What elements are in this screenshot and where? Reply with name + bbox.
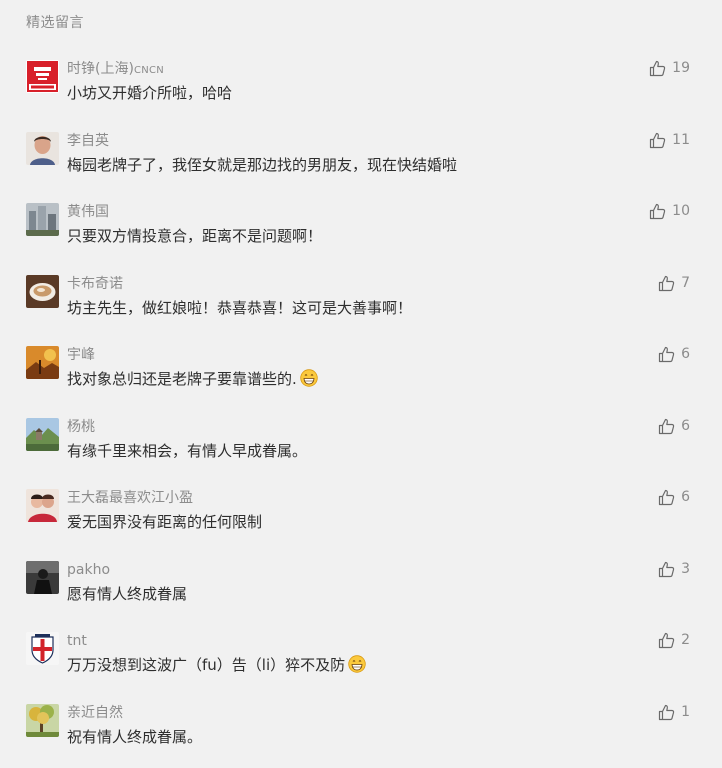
- comment-list: 时铮(上海)CNCN 小坊又开婚介所啦，哈哈 19 李自英 梅园老牌子了，我侄女…: [26, 60, 690, 768]
- avatar[interactable]: [26, 60, 59, 93]
- avatar[interactable]: [26, 417, 59, 451]
- avatar[interactable]: [26, 346, 59, 379]
- thumbs-up-icon: [658, 489, 675, 506]
- comment-item: 杨桃 有缘千里来相会，有情人早成眷属。 6: [26, 417, 690, 490]
- comment-item: 黄伟国 只要双方情投意合，距离不是问题啊！ 10: [26, 203, 690, 275]
- comment-item: 宇峰 找对象总归还是老牌子要靠谱些的. 6: [26, 346, 690, 418]
- nickname-suffix: CNCN: [133, 65, 165, 76]
- avatar[interactable]: [26, 703, 59, 737]
- avatar[interactable]: [26, 203, 59, 236]
- like-button[interactable]: 6: [658, 418, 690, 435]
- like-count: 7: [681, 274, 690, 291]
- like-button[interactable]: 10: [649, 203, 690, 220]
- avatar[interactable]: [26, 632, 59, 665]
- comments-page: 精选留言 时铮(上海)CNCN 小坊又开婚介所啦，哈哈 19 李自英 梅园老牌子…: [0, 0, 722, 768]
- like-button[interactable]: 3: [658, 561, 690, 578]
- like-count: 19: [672, 60, 690, 76]
- like-button[interactable]: 19: [649, 60, 690, 77]
- like-button[interactable]: 7: [658, 275, 690, 292]
- comment-item: 李自英 梅园老牌子了，我侄女就是那边找的男朋友，现在快结婚啦 11: [26, 131, 690, 204]
- like-count: 1: [681, 703, 690, 720]
- thumbs-up-icon: [650, 132, 666, 148]
- avatar[interactable]: [26, 274, 59, 308]
- avatar[interactable]: [26, 131, 59, 165]
- comment-item: 王大磊最喜欢江小盈 爱无国界没有距离的任何限制 6: [26, 489, 690, 561]
- comment-text: 愿有情人终成眷属: [67, 584, 188, 603]
- thumbs-up-icon: [658, 418, 675, 434]
- comment-text: 只要双方情投意合，距离不是问题啊！: [67, 227, 323, 245]
- nickname: 亲近自然: [67, 704, 123, 721]
- nickname: 黄伟国: [67, 204, 109, 220]
- comment-text: 祝有情人终成眷属。: [67, 727, 203, 746]
- like-count: 3: [681, 560, 690, 577]
- nickname: 李自英: [67, 132, 109, 149]
- comment-item: tnt 万万没想到这波广（fu）告（li）猝不及防 2: [26, 632, 690, 704]
- like-count: 6: [681, 346, 690, 362]
- thumbs-up-icon: [650, 60, 666, 77]
- nickname: 杨桃: [67, 418, 95, 435]
- thumbs-up-icon: [658, 346, 675, 363]
- thumbs-up-icon: [658, 704, 675, 720]
- nickname: pakho: [67, 561, 111, 578]
- avatar[interactable]: [26, 489, 59, 522]
- nickname: 宇峰: [67, 347, 95, 363]
- comment-item: 时铮(上海)CNCN 小坊又开婚介所啦，哈哈 19: [26, 60, 690, 132]
- comment-text: 小坊又开婚介所啦，哈哈: [67, 84, 233, 102]
- section-title: 精选留言: [26, 15, 84, 31]
- like-button[interactable]: 6: [658, 489, 690, 506]
- comment-item: 卡布奇诺 坊主先生，做红娘啦！恭喜恭喜！这可是大善事啊！ 7: [26, 274, 690, 347]
- comment-text: 万万没想到这波广（fu）告（li）猝不及防: [67, 655, 366, 675]
- thumbs-up-icon: [658, 632, 675, 649]
- comment-text: 有缘千里来相会，有情人早成眷属。: [67, 441, 308, 460]
- comment-item: 亲近自然 祝有情人终成眷属。 1: [26, 703, 690, 768]
- like-button[interactable]: 6: [658, 346, 690, 363]
- like-count: 6: [681, 417, 690, 434]
- comment-text: 爱无国界没有距离的任何限制: [67, 513, 263, 531]
- comment-text: 坊主先生，做红娘啦！恭喜恭喜！这可是大善事啊！: [67, 298, 413, 317]
- grin-emoji-icon: [348, 655, 366, 673]
- like-button[interactable]: 2: [658, 632, 690, 649]
- thumbs-up-icon: [658, 275, 675, 291]
- nickname: tnt: [67, 633, 87, 649]
- grin-emoji-icon: [300, 369, 318, 387]
- like-button[interactable]: 11: [649, 132, 690, 149]
- nickname: 时铮(上海)CNCN: [67, 61, 165, 77]
- nickname: 卡布奇诺: [67, 275, 123, 292]
- like-button[interactable]: 1: [658, 704, 690, 721]
- comment-item: pakho 愿有情人终成眷属 3: [26, 560, 690, 633]
- thumbs-up-icon: [658, 561, 675, 577]
- nickname: 王大磊最喜欢江小盈: [67, 490, 193, 506]
- comment-text: 梅园老牌子了，我侄女就是那边找的男朋友，现在快结婚啦: [67, 155, 458, 174]
- comment-text: 找对象总归还是老牌子要靠谱些的.: [67, 369, 318, 389]
- like-count: 2: [681, 632, 690, 648]
- like-count: 6: [681, 489, 690, 505]
- thumbs-up-icon: [650, 203, 666, 220]
- like-count: 11: [672, 131, 690, 148]
- like-count: 10: [672, 203, 690, 219]
- avatar[interactable]: [26, 560, 59, 594]
